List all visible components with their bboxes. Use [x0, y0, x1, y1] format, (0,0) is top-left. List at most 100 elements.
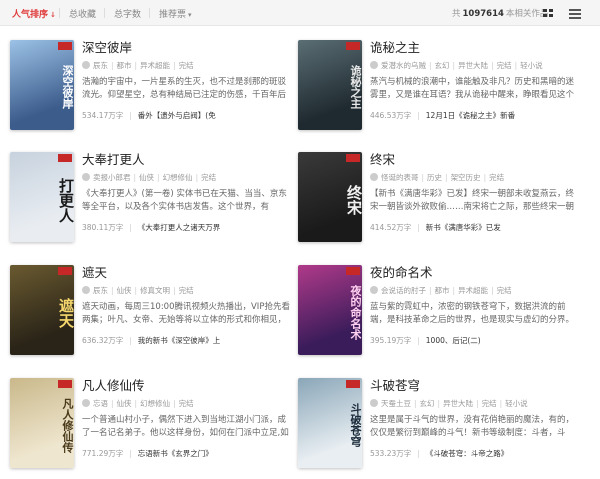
count-value: 1097614 — [462, 9, 504, 19]
latest-chapter-link[interactable]: 《大奉打更人之诸天万界 — [138, 223, 221, 232]
book-tag[interactable]: 完结 — [179, 286, 194, 295]
book-tag[interactable]: 完结 — [489, 173, 504, 182]
divider: | — [129, 111, 132, 120]
book-title[interactable]: 夜的命名术 — [370, 265, 582, 281]
book-cover[interactable]: 深空彼岸 — [10, 40, 74, 130]
cover-title-art: 凡人修仙传 — [61, 397, 74, 453]
sort-by-favorites-tab[interactable]: 总收藏 — [69, 7, 96, 20]
book-footer: 380.11万字 | 《大奉打更人之诸天万界 — [82, 222, 294, 233]
book-tag[interactable]: 仙侠 — [117, 399, 132, 408]
divider: | — [514, 61, 518, 70]
book-tag[interactable]: 幻想修仙 — [140, 399, 170, 408]
book-tag[interactable]: 完结 — [179, 399, 194, 408]
book-footer: 446.53万字 | 12月1日《诡秘之主》新番 — [370, 110, 582, 121]
book-cover[interactable]: 凡人修仙传 — [10, 378, 74, 468]
author-name[interactable]: 爱潜水的乌贼 — [381, 61, 426, 70]
book-tag[interactable]: 修真文明 — [140, 286, 170, 295]
sort-by-recommend-tab[interactable]: 推荐票 ▾ — [159, 7, 192, 20]
book-tag[interactable]: 完结 — [201, 173, 216, 182]
latest-chapter-link[interactable]: 忘语新书《玄界之门》 — [138, 449, 213, 458]
book-tag[interactable]: 玄幻 — [420, 399, 435, 408]
sort-by-popularity-tab[interactable]: 人气排序 ↓ — [12, 7, 56, 20]
latest-chapter-link[interactable]: 1000、后记(二) — [426, 336, 481, 345]
book-tag[interactable]: 都市 — [117, 61, 132, 70]
book-cover[interactable]: 打更人 — [10, 152, 74, 242]
author-name[interactable]: 忘语 — [93, 399, 108, 408]
cover-title-art: 斗破苍穹 — [349, 403, 362, 447]
result-count: 共 1097614 本相关作品 — [452, 7, 548, 19]
book-tag[interactable]: 架空历史 — [451, 173, 481, 182]
divider: | — [111, 286, 114, 295]
latest-chapter-link[interactable]: 《斗破苍穹：斗帝之路》 — [426, 449, 509, 458]
divider: | — [452, 286, 456, 295]
book-title[interactable]: 凡人修仙传 — [82, 378, 294, 394]
book-tag[interactable]: 历史 — [427, 173, 442, 182]
divider: | — [417, 336, 420, 345]
book-title[interactable]: 斗破苍穹 — [370, 378, 582, 394]
book-tag[interactable]: 幻想修仙 — [163, 173, 193, 182]
sort-desc-arrow-icon: ↓ — [50, 11, 56, 19]
book-meta: 天蚕土豆 | 玄幻 | 异世大陆 | 完结 | 轻小说 — [370, 398, 582, 409]
book-cover[interactable]: 终宋 — [298, 152, 362, 242]
divider: | — [133, 173, 137, 182]
divider: | — [452, 61, 456, 70]
book-cover[interactable]: 夜的命名术 — [298, 265, 362, 355]
book-description: 《大奉打更人》(第一卷) 实体书已在天猫、当当、京东等全平台，以及各个实体书店发… — [82, 189, 287, 212]
book-tag[interactable]: 轻小说 — [520, 61, 543, 70]
book-tag[interactable]: 轻小说 — [505, 399, 528, 408]
book-cover[interactable]: 遮天 — [10, 265, 74, 355]
divider: | — [429, 286, 432, 295]
cover-badge — [346, 42, 360, 50]
sort-tab-label: 推荐票 — [159, 10, 187, 20]
cover-title-art: 打更人 — [57, 177, 74, 223]
divider — [59, 8, 60, 18]
book-title[interactable]: 深空彼岸 — [82, 40, 294, 56]
book-tag[interactable]: 玄幻 — [435, 61, 450, 70]
book-cover[interactable]: 诡秘之主 — [298, 40, 362, 130]
book-card: 遮天 遮天 辰东 | 仙侠 | 修真文明 | 完结 遮天动画，每周三10:00腾讯视频火热播… — [10, 265, 300, 377]
book-tag[interactable]: 仙侠 — [117, 286, 132, 295]
author-name[interactable]: 天蚕土豆 — [381, 399, 411, 408]
book-title[interactable]: 诡秘之主 — [370, 40, 582, 56]
word-count: 380.11万字 — [82, 223, 124, 232]
author-name[interactable]: 会说话的肘子 — [381, 286, 426, 295]
book-title[interactable]: 大奉打更人 — [82, 152, 294, 168]
book-cover[interactable]: 斗破苍穹 — [298, 378, 362, 468]
divider: | — [134, 286, 138, 295]
author-name[interactable]: 卖报小郎君 — [93, 173, 131, 182]
book-tag[interactable]: 都市 — [435, 286, 450, 295]
book-tag[interactable]: 异世大陆 — [443, 399, 473, 408]
cover-title-art: 夜的命名术 — [349, 284, 362, 340]
latest-chapter-link[interactable]: 新书《满唐华彩》已发 — [426, 223, 501, 232]
author-name[interactable]: 辰东 — [93, 61, 108, 70]
book-title[interactable]: 终宋 — [370, 152, 582, 168]
divider: | — [111, 399, 114, 408]
list-view-icon[interactable] — [568, 6, 582, 20]
book-tag[interactable]: 完结 — [497, 61, 512, 70]
book-tag[interactable]: 完结 — [179, 61, 194, 70]
divider: | — [476, 399, 479, 408]
book-card: 打更人 大奉打更人 卖报小郎君 | 仙侠 | 幻想修仙 | 完结 《大奉打更人》(第一卷) … — [10, 152, 300, 264]
grid-view-icon[interactable] — [542, 6, 556, 20]
author-name[interactable]: 怪诞的表哥 — [381, 173, 419, 182]
word-count: 534.17万字 — [82, 111, 124, 120]
sort-by-word-count-tab[interactable]: 总字数 — [114, 7, 141, 20]
book-tag[interactable]: 异术超能 — [140, 61, 170, 70]
author-avatar — [82, 399, 90, 407]
book-title[interactable]: 遮天 — [82, 265, 294, 281]
book-tag[interactable]: 仙侠 — [139, 173, 154, 182]
book-tag[interactable]: 完结 — [482, 399, 497, 408]
author-name[interactable]: 辰东 — [93, 286, 108, 295]
book-tag[interactable]: 异世大陆 — [458, 61, 488, 70]
latest-chapter-link[interactable]: 我的新书《深空彼岸》上 — [138, 336, 221, 345]
word-count: 446.53万字 — [370, 111, 412, 120]
divider: | — [414, 399, 417, 408]
latest-chapter-link[interactable]: 12月1日《诡秘之主》新番 — [426, 111, 515, 120]
book-tag[interactable]: 异术超能 — [458, 286, 488, 295]
word-count: 533.23万字 — [370, 449, 412, 458]
divider: | — [417, 111, 420, 120]
latest-chapter-link[interactable]: 番外【遗外与启阀】(免 — [138, 111, 216, 120]
book-footer: 414.52万字 | 新书《满唐华彩》已发 — [370, 222, 582, 233]
book-meta: 辰东 | 都市 | 异术超能 | 完结 — [82, 60, 294, 71]
book-tag[interactable]: 完结 — [497, 286, 512, 295]
